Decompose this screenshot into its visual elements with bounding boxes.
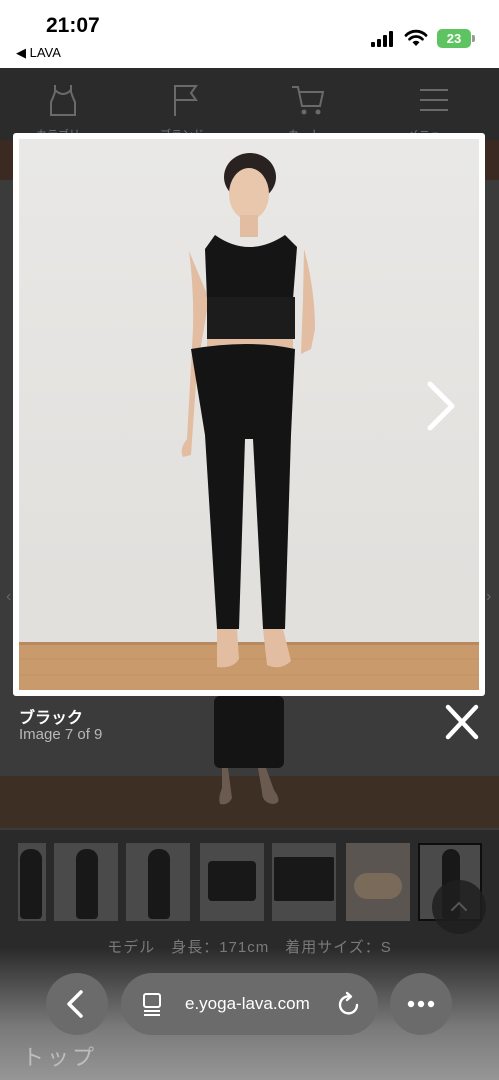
flag-icon[interactable] (168, 82, 204, 118)
url-text: e.yoga-lava.com (185, 994, 310, 1013)
carousel-next-arrow[interactable]: › (486, 588, 491, 606)
thumbnail[interactable] (54, 843, 118, 921)
page-menu-icon[interactable] (141, 992, 163, 1016)
chevron-left-icon (67, 990, 83, 1018)
chevron-up-icon (451, 901, 467, 911)
cellular-signal-icon (371, 31, 397, 47)
product-image-legs (214, 696, 284, 768)
address-bar[interactable]: e.yoga-lava.com (121, 973, 378, 1035)
back-to-app-link[interactable]: ◀ LAVA (16, 45, 61, 61)
model-photo (19, 153, 479, 690)
browser-back-button[interactable] (46, 973, 108, 1035)
battery-icon: 23 (437, 29, 475, 48)
status-bar: 21:07 ◀ LAVA 23 (0, 0, 499, 68)
lightbox-frame (13, 133, 485, 696)
product-name: トップ (22, 1045, 98, 1070)
battery-level: 23 (437, 29, 471, 48)
thumbnail[interactable] (126, 843, 190, 921)
tank-top-icon[interactable] (45, 82, 81, 118)
more-icon (407, 1000, 435, 1008)
lightbox-image (19, 139, 479, 690)
thumbnail-strip (0, 843, 499, 923)
thumbnail[interactable] (346, 843, 410, 921)
thumbnail[interactable] (18, 843, 46, 921)
browser-more-button[interactable] (390, 973, 452, 1035)
lightbox-caption-title: ブラック (19, 710, 84, 727)
carousel-prev-arrow[interactable]: ‹ (6, 588, 11, 606)
thumbnail[interactable] (272, 843, 336, 921)
reload-icon[interactable] (337, 991, 361, 1017)
thumbnail[interactable] (200, 843, 264, 921)
lightbox-image-counter: Image 7 of 9 (19, 726, 103, 743)
menu-icon[interactable] (416, 82, 452, 118)
scroll-to-top-button[interactable] (432, 880, 486, 934)
product-image-feet (219, 768, 279, 805)
lightbox-next-button[interactable] (420, 378, 460, 434)
clock: 21:07 (46, 14, 100, 37)
cart-icon[interactable] (290, 82, 326, 118)
wifi-icon (404, 29, 428, 46)
lightbox-close-button[interactable] (442, 704, 482, 740)
site-nav: カテゴリ ブランド カート メニュー (0, 68, 499, 141)
